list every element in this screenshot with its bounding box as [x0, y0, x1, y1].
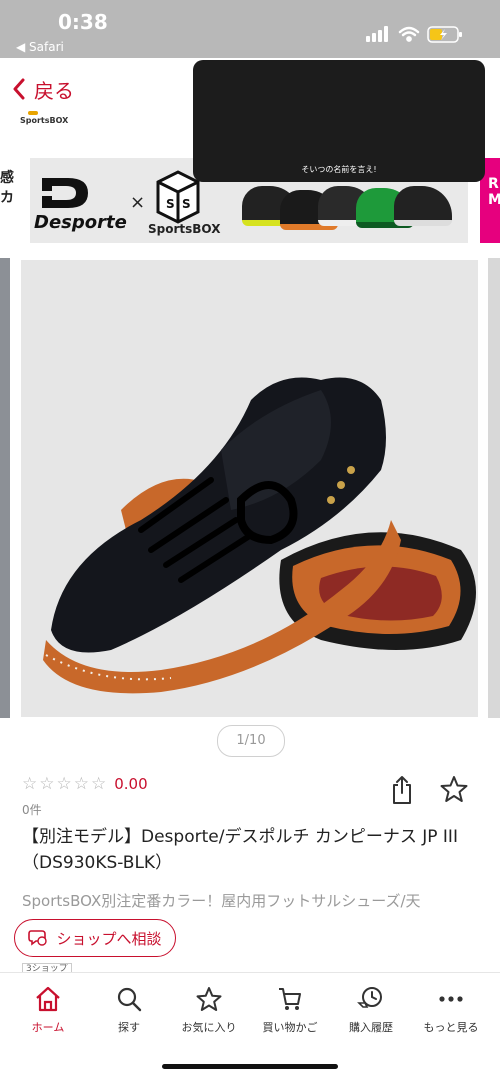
image-pager: 1/10	[217, 725, 285, 757]
share-icon[interactable]	[390, 775, 414, 805]
partner-name: SportsBOX	[148, 222, 221, 236]
shop-logo[interactable]: SportsBOX	[20, 111, 68, 125]
tab-search-label: 探す	[118, 1021, 140, 1034]
svg-text:S: S	[166, 197, 175, 211]
prev-banner-text: 感 カ	[0, 170, 14, 206]
tab-cart-label: 買い物かご	[262, 1021, 318, 1034]
tab-history[interactable]: 購入履歴	[331, 985, 411, 1035]
search-icon	[117, 987, 142, 1012]
rating-score: 0.00	[114, 775, 148, 793]
empty-star-icon: ☆	[39, 774, 55, 794]
more-icon	[439, 996, 463, 1002]
tab-more-label: もっと見る	[423, 1021, 479, 1034]
home-icon	[36, 986, 60, 1012]
product-subtitle: SportsBOX別注定番カラー！屋内用フットサルシューズ/天	[22, 892, 421, 910]
empty-star-icon: ☆	[73, 774, 89, 794]
wifi-icon	[398, 26, 420, 42]
chevron-left-icon	[13, 78, 25, 100]
review-count[interactable]: 0件	[22, 801, 42, 818]
tab-search[interactable]: 探す	[89, 985, 169, 1035]
consult-label: ショップへ相談	[56, 929, 162, 948]
redaction-tooltip: そいつの名前を言え!	[193, 60, 485, 182]
next-photo-edge[interactable]	[488, 258, 500, 718]
tab-cart[interactable]: 買い物かご	[250, 985, 330, 1035]
tab-favorites[interactable]: お気に入り	[169, 985, 249, 1035]
back-to-safari-link[interactable]: ◀ Safari	[16, 40, 64, 54]
product-sheet: 戻る SportsBOX 感 カ Desporte × S S SportsBO…	[0, 58, 500, 1080]
signal-icon	[366, 26, 388, 42]
consult-shop-button[interactable]: ショップへ相談	[14, 919, 176, 957]
shoe-photo	[43, 377, 476, 694]
svg-text:S: S	[182, 197, 191, 211]
prev-banner-edge[interactable]: 感 カ	[0, 158, 14, 253]
empty-star-icon: ☆	[56, 774, 72, 794]
product-image[interactable]	[21, 260, 478, 717]
favorite-star-icon[interactable]	[440, 775, 468, 803]
chat-icon	[28, 930, 48, 946]
status-bar: 0:38 ◀ Safari	[0, 0, 500, 58]
history-icon	[357, 987, 382, 1008]
battery-icon	[427, 26, 462, 43]
rating-row: ☆ ☆ ☆ ☆ ☆ 0.00	[22, 774, 148, 794]
home-indicator[interactable]	[162, 1064, 338, 1069]
empty-star-icon: ☆	[22, 774, 38, 794]
collab-cross: ×	[130, 192, 146, 213]
tab-more[interactable]: もっと見る	[411, 985, 491, 1035]
tab-favorites-label: お気に入り	[181, 1021, 237, 1034]
tab-home[interactable]: ホーム	[8, 985, 88, 1035]
back-button[interactable]: 戻る	[12, 76, 74, 103]
shoe-thumb-black-white-2	[394, 186, 452, 226]
desporte-logo-icon	[42, 178, 88, 208]
tab-home-label: ホーム	[31, 1021, 65, 1034]
status-icons	[366, 26, 462, 43]
tab-history-label: 購入履歴	[349, 1021, 393, 1034]
back-label: 戻る	[34, 78, 74, 103]
product-title: 【別注モデル】Desporte/デスポルチ カンピーナス JP III（DS93…	[22, 827, 458, 873]
brand-name: Desporte	[34, 212, 127, 233]
clock: 0:38	[58, 10, 108, 34]
cart-icon	[279, 988, 301, 1010]
prev-photo-edge[interactable]	[0, 258, 10, 718]
star-icon	[196, 987, 222, 1011]
empty-star-icon: ☆	[91, 774, 107, 794]
